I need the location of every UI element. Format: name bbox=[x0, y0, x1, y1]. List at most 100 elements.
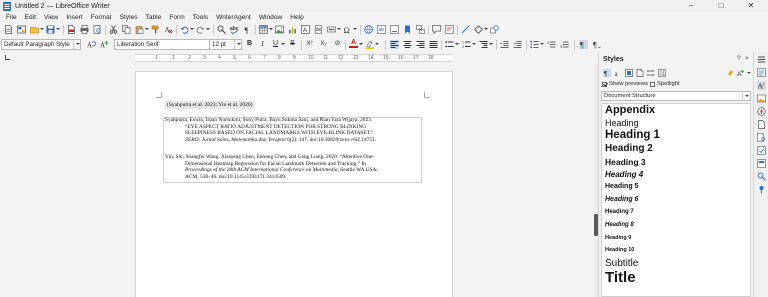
menu-file[interactable]: File bbox=[2, 14, 21, 21]
page-styles-icon[interactable] bbox=[636, 69, 644, 77]
line-spacing-dropdown-icon[interactable] bbox=[540, 43, 544, 45]
footnote-icon[interactable]: ab bbox=[377, 25, 386, 34]
superscript-button[interactable]: X² bbox=[305, 39, 314, 49]
style-item-heading-10[interactable]: Heading 10 bbox=[605, 247, 634, 253]
basic-shapes-icon[interactable] bbox=[474, 25, 483, 34]
open-folder-icon[interactable] bbox=[30, 25, 39, 34]
outline-list-dropdown-icon[interactable] bbox=[489, 43, 493, 45]
subscript-button[interactable]: X₂ bbox=[319, 39, 328, 49]
checkbox-unchecked-icon[interactable] bbox=[650, 81, 655, 87]
close-sidebar-button[interactable]: × bbox=[745, 55, 749, 62]
strikethrough-button[interactable]: S bbox=[288, 39, 297, 49]
justify-icon[interactable] bbox=[429, 40, 438, 49]
menu-styles[interactable]: Styles bbox=[116, 14, 142, 21]
show-draw-functions-icon[interactable] bbox=[490, 25, 499, 34]
ruler-strip[interactable]: 1 1 2 3 4 5 6 7 8 9 10 11 12 13 14 15 16… bbox=[135, 54, 453, 62]
font-size-combo[interactable]: 12 pt bbox=[209, 39, 242, 50]
highlight-color-icon[interactable] bbox=[365, 40, 374, 49]
shapes-dropdown-icon[interactable] bbox=[484, 28, 488, 30]
cross-reference-icon[interactable] bbox=[416, 25, 425, 34]
font-color-button[interactable]: A bbox=[349, 39, 358, 48]
style-item-heading[interactable]: Heading bbox=[605, 118, 639, 128]
checkbox-checked-icon[interactable] bbox=[602, 81, 607, 87]
show-previews-checkbox[interactable]: Show previews bbox=[602, 81, 648, 87]
menu-format[interactable]: Format bbox=[87, 14, 116, 21]
navigator-icon[interactable] bbox=[757, 107, 766, 116]
style-item-heading-9[interactable]: Heading 9 bbox=[605, 235, 631, 241]
insert-chart-icon[interactable] bbox=[288, 25, 297, 34]
manage-changes-icon[interactable] bbox=[757, 146, 766, 155]
style-item-title[interactable]: Title bbox=[605, 269, 636, 286]
sidebar-menu-icon[interactable] bbox=[757, 55, 766, 64]
align-center-icon[interactable] bbox=[403, 40, 412, 49]
gallery-icon[interactable] bbox=[757, 94, 766, 103]
styles-deck-icon[interactable]: A bbox=[757, 81, 766, 90]
style-item-heading-3[interactable]: Heading 3 bbox=[605, 157, 646, 167]
ordered-list-dropdown-icon[interactable] bbox=[472, 43, 476, 45]
menu-window[interactable]: Window bbox=[255, 14, 286, 21]
paragraph-style-combo[interactable]: Default Paragraph Style bbox=[1, 39, 81, 50]
insert-field-icon[interactable] bbox=[327, 25, 336, 34]
menu-writeragent[interactable]: WriterAgent bbox=[212, 14, 255, 21]
save-dropdown-icon[interactable] bbox=[56, 28, 60, 30]
save-icon[interactable] bbox=[46, 25, 55, 34]
special-character-dropdown-icon[interactable] bbox=[353, 28, 357, 30]
new-style-from-selection-icon[interactable]: A bbox=[737, 69, 745, 77]
citation-text[interactable]: (Syahputra et al. 2023; Yin et al. 2020) bbox=[165, 101, 255, 109]
increase-indent-icon[interactable] bbox=[500, 40, 509, 49]
fill-format-mode-icon[interactable] bbox=[727, 69, 735, 77]
new-style-icon[interactable]: A bbox=[100, 40, 109, 49]
style-item-subtitle[interactable]: Subtitle bbox=[605, 258, 638, 269]
hyperlink-icon[interactable] bbox=[364, 25, 373, 34]
menu-form[interactable]: Form bbox=[165, 14, 188, 21]
insert-image-icon[interactable] bbox=[275, 25, 284, 34]
print-preview-icon[interactable] bbox=[93, 25, 102, 34]
find-replace-icon[interactable] bbox=[217, 25, 226, 34]
style-item-heading-7[interactable]: Heading 7 bbox=[605, 209, 634, 215]
unordered-list-icon[interactable] bbox=[445, 40, 454, 49]
paragraph-styles-icon[interactable]: ¶ bbox=[603, 69, 611, 77]
undo-icon[interactable] bbox=[180, 25, 189, 34]
spotlight-checkbox[interactable]: Spotlight bbox=[650, 81, 680, 87]
unordered-list-dropdown-icon[interactable] bbox=[455, 43, 459, 45]
align-left-icon[interactable] bbox=[390, 40, 399, 49]
ordered-list-icon[interactable]: 12 bbox=[462, 40, 471, 49]
redo-dropdown-icon[interactable] bbox=[206, 28, 210, 30]
page-break-icon[interactable] bbox=[314, 25, 323, 34]
cut-icon[interactable] bbox=[109, 25, 118, 34]
close-window-button[interactable]: ✕ bbox=[736, 0, 766, 12]
style-filter-select[interactable]: Document Structure bbox=[601, 91, 751, 101]
style-inspector-icon[interactable] bbox=[757, 133, 766, 142]
style-item-heading-4[interactable]: Heading 4 bbox=[605, 170, 643, 179]
special-character-icon[interactable]: Ω bbox=[343, 25, 352, 34]
menu-tools[interactable]: Tools bbox=[189, 14, 212, 21]
properties-icon[interactable] bbox=[757, 68, 766, 77]
redo-icon[interactable] bbox=[196, 25, 205, 34]
find-icon[interactable] bbox=[757, 172, 766, 181]
bookmark-icon[interactable] bbox=[403, 25, 412, 34]
underline-dropdown-icon[interactable] bbox=[281, 43, 285, 45]
bold-button[interactable]: B bbox=[245, 39, 254, 49]
style-item-heading-6[interactable]: Heading 6 bbox=[605, 196, 638, 203]
style-item-heading-2[interactable]: Heading 2 bbox=[605, 143, 653, 154]
italic-button[interactable]: I bbox=[258, 39, 267, 49]
spelling-icon[interactable]: abc bbox=[230, 25, 239, 34]
menu-edit[interactable]: Edit bbox=[21, 14, 40, 21]
style-item-appendix[interactable]: Appendix bbox=[605, 104, 655, 116]
decrease-paragraph-spacing-icon[interactable] bbox=[560, 40, 569, 49]
chevron-down-icon[interactable] bbox=[234, 40, 241, 49]
undo-dropdown-icon[interactable] bbox=[190, 28, 194, 30]
table-styles-icon[interactable] bbox=[658, 69, 666, 77]
align-right-icon[interactable] bbox=[416, 40, 425, 49]
style-list[interactable]: Appendix Heading Heading 1 Heading 2 Hea… bbox=[601, 103, 751, 297]
update-style-icon[interactable]: A bbox=[87, 40, 96, 49]
highlight-dropdown-icon[interactable] bbox=[375, 43, 379, 45]
paste-icon[interactable] bbox=[135, 25, 144, 34]
writer-agent-icon[interactable] bbox=[757, 185, 766, 194]
menu-view[interactable]: View bbox=[40, 14, 62, 21]
horizontal-ruler[interactable]: 1 1 2 3 4 5 6 7 8 9 10 11 12 13 14 15 16… bbox=[0, 52, 596, 64]
list-styles-icon[interactable] bbox=[647, 69, 655, 77]
style-item-heading-5[interactable]: Heading 5 bbox=[605, 183, 638, 190]
clear-direct-formatting-button[interactable]: ⊘ bbox=[333, 39, 342, 49]
insert-table-icon[interactable] bbox=[259, 25, 268, 34]
